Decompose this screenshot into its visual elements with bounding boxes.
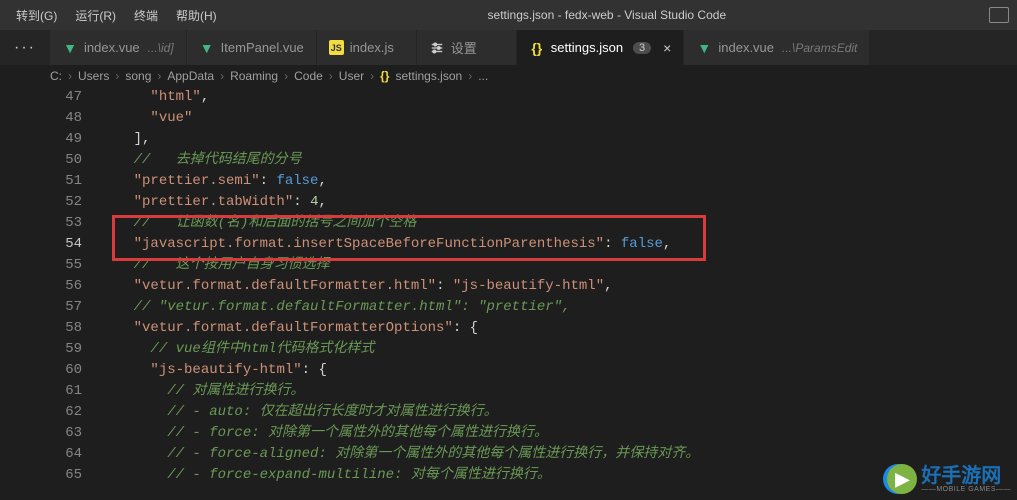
tabbar: ··· ▼ index.vue ...\id] ▼ ItemPanel.vue JS ind… bbox=[0, 30, 1017, 65]
code-line[interactable]: // - force-expand-multiline: 对每个属性进行换行。 bbox=[100, 465, 1017, 486]
line-number: 64 bbox=[0, 444, 82, 465]
line-number: 47 bbox=[0, 87, 82, 108]
window-title: settings.json - fedx-web - Visual Studio… bbox=[225, 8, 989, 22]
code-line[interactable]: "js-beautify-html": { bbox=[100, 360, 1017, 381]
line-number: 60 bbox=[0, 360, 82, 381]
tab-path-dim: ...\id] bbox=[148, 41, 174, 55]
watermark: ▶ 好手游网 ——MOBILE GAMES—— bbox=[887, 464, 1011, 494]
tab-label: index.js bbox=[350, 40, 394, 55]
line-number: 62 bbox=[0, 402, 82, 423]
menu-goto[interactable]: 转到(G) bbox=[8, 3, 65, 28]
chevron-right-icon: › bbox=[220, 69, 224, 83]
code-line[interactable]: "vetur.format.defaultFormatterOptions": … bbox=[100, 318, 1017, 339]
menubar: 转到(G) 运行(R) 终端 帮助(H) bbox=[8, 3, 225, 28]
watermark-text-cn: 好手游网 bbox=[921, 466, 1011, 486]
code-line[interactable]: "prettier.tabWidth": 4, bbox=[100, 192, 1017, 213]
close-icon[interactable]: × bbox=[663, 40, 671, 56]
code-line[interactable]: // 对属性进行换行。 bbox=[100, 381, 1017, 402]
tab-label: settings.json bbox=[551, 40, 623, 55]
chevron-right-icon: › bbox=[157, 69, 161, 83]
chevron-right-icon: › bbox=[115, 69, 119, 83]
titlebar: 转到(G) 运行(R) 终端 帮助(H) settings.json - fed… bbox=[0, 0, 1017, 30]
breadcrumb-segment[interactable]: song bbox=[125, 69, 151, 83]
code-line[interactable]: // - auto: 仅在超出行长度时才对属性进行换行。 bbox=[100, 402, 1017, 423]
menu-terminal[interactable]: 终端 bbox=[126, 3, 166, 28]
layout-toggle-icon[interactable] bbox=[989, 7, 1009, 23]
tab-path-dim: ...\ParamsEdit bbox=[782, 41, 857, 55]
line-number-gutter: 47484950515253545556575859606162636465 bbox=[0, 87, 100, 500]
js-icon: JS bbox=[329, 40, 344, 55]
breadcrumb-segment[interactable]: C: bbox=[50, 69, 62, 83]
watermark-play-icon: ▶ bbox=[887, 464, 917, 494]
code-line[interactable]: "prettier.semi": false, bbox=[100, 171, 1017, 192]
menu-help[interactable]: 帮助(H) bbox=[168, 3, 225, 28]
breadcrumb-segment[interactable]: AppData bbox=[167, 69, 214, 83]
code-line[interactable]: ], bbox=[100, 129, 1017, 150]
line-number: 52 bbox=[0, 192, 82, 213]
code-line[interactable]: // "vetur.format.defaultFormatter.html":… bbox=[100, 297, 1017, 318]
line-number: 56 bbox=[0, 276, 82, 297]
line-number: 51 bbox=[0, 171, 82, 192]
line-number: 48 bbox=[0, 108, 82, 129]
code-line[interactable]: // 这个按用户自身习惯选择 bbox=[100, 255, 1017, 276]
breadcrumb-segment[interactable]: Code bbox=[294, 69, 323, 83]
code-line[interactable]: // vue组件中html代码格式化样式 bbox=[100, 339, 1017, 360]
code-line[interactable]: // - force: 对除第一个属性外的其他每个属性进行换行。 bbox=[100, 423, 1017, 444]
tab-label: index.vue bbox=[84, 40, 140, 55]
vue-icon: ▼ bbox=[199, 40, 215, 56]
code-line[interactable]: // 让函数(名)和后面的括号之间加个空格 bbox=[100, 213, 1017, 234]
line-number: 57 bbox=[0, 297, 82, 318]
line-number: 50 bbox=[0, 150, 82, 171]
line-number: 65 bbox=[0, 465, 82, 486]
line-number: 61 bbox=[0, 381, 82, 402]
code-line[interactable]: // - force-aligned: 对除第一个属性外的其他每个属性进行换行，… bbox=[100, 444, 1017, 465]
editor[interactable]: 47484950515253545556575859606162636465 "… bbox=[0, 87, 1017, 500]
chevron-right-icon: › bbox=[329, 69, 333, 83]
chevron-right-icon: › bbox=[284, 69, 288, 83]
code-line[interactable]: "vue" bbox=[100, 108, 1017, 129]
line-number: 54 bbox=[0, 234, 82, 255]
tab-index-vue[interactable]: ▼ index.vue ...\ParamsEdit bbox=[684, 30, 870, 65]
breadcrumb-segment[interactable]: Users bbox=[78, 69, 109, 83]
line-number: 49 bbox=[0, 129, 82, 150]
vue-icon: ▼ bbox=[62, 40, 78, 56]
tab-index-js[interactable]: JS index.js bbox=[317, 30, 417, 65]
tab-label: index.vue bbox=[718, 40, 774, 55]
code-line[interactable]: "javascript.format.insertSpaceBeforeFunc… bbox=[100, 234, 1017, 255]
tab-overflow-icon[interactable]: ··· bbox=[0, 30, 50, 65]
code-line[interactable]: "html", bbox=[100, 87, 1017, 108]
tab-badge: 3 bbox=[633, 42, 651, 54]
tab-itempanel-vue[interactable]: ▼ ItemPanel.vue bbox=[187, 30, 317, 65]
json-icon: {} bbox=[380, 69, 389, 83]
tab-index-vue[interactable]: ▼ index.vue ...\id] bbox=[50, 30, 187, 65]
breadcrumb[interactable]: C: › Users › song › AppData › Roaming › Code › User ›… bbox=[0, 65, 1017, 87]
line-number: 53 bbox=[0, 213, 82, 234]
json-icon: {} bbox=[529, 40, 545, 56]
tab-label: 设置 bbox=[451, 38, 477, 57]
tab-settings-json[interactable]: {} settings.json 3 × bbox=[517, 30, 685, 65]
breadcrumb-segment[interactable]: ... bbox=[478, 69, 488, 83]
breadcrumb-segment[interactable]: Roaming bbox=[230, 69, 278, 83]
breadcrumb-segment[interactable]: settings.json bbox=[395, 69, 462, 83]
line-number: 63 bbox=[0, 423, 82, 444]
menu-run[interactable]: 运行(R) bbox=[67, 3, 124, 28]
code-area[interactable]: "html", "vue" ], // 去掉代码结尾的分号 "prettier.… bbox=[100, 87, 1017, 500]
breadcrumb-segment[interactable]: User bbox=[339, 69, 364, 83]
line-number: 58 bbox=[0, 318, 82, 339]
code-line[interactable]: // 去掉代码结尾的分号 bbox=[100, 150, 1017, 171]
chevron-right-icon: › bbox=[370, 69, 374, 83]
settings-sliders-icon bbox=[429, 40, 445, 56]
chevron-right-icon: › bbox=[68, 69, 72, 83]
tab-label: ItemPanel.vue bbox=[221, 40, 304, 55]
line-number: 59 bbox=[0, 339, 82, 360]
tab--[interactable]: 设置 bbox=[417, 30, 517, 65]
vue-icon: ▼ bbox=[696, 40, 712, 56]
chevron-right-icon: › bbox=[468, 69, 472, 83]
code-line[interactable]: "vetur.format.defaultFormatter.html": "j… bbox=[100, 276, 1017, 297]
watermark-text-en: ——MOBILE GAMES—— bbox=[921, 486, 1011, 493]
line-number: 55 bbox=[0, 255, 82, 276]
